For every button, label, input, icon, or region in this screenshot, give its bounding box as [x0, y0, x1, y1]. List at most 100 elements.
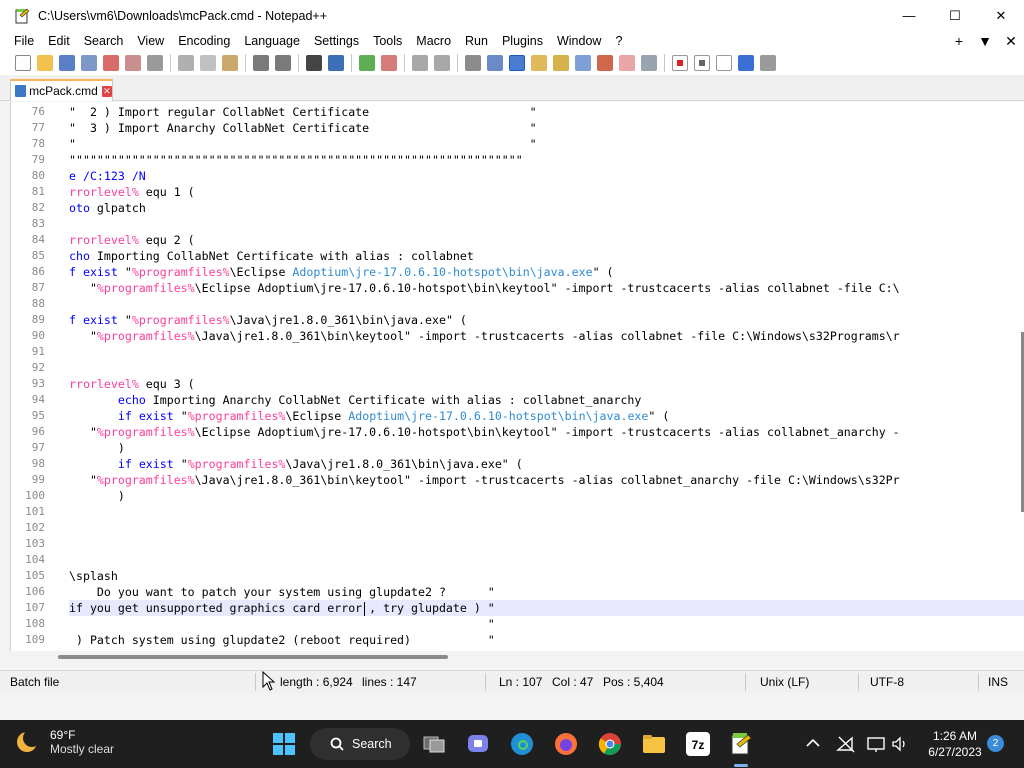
copy-icon[interactable] — [200, 55, 216, 71]
network-offline-icon[interactable] — [836, 734, 856, 754]
paste-icon[interactable] — [222, 55, 238, 71]
teams-chat-icon[interactable] — [466, 732, 490, 756]
code-line[interactable]: cho Importing CollabNet Certificate with… — [69, 248, 1024, 264]
find-icon[interactable] — [306, 55, 322, 71]
sync-vertical-icon[interactable] — [412, 55, 428, 71]
line-number[interactable]: 109 — [11, 632, 47, 648]
word-wrap-icon[interactable] — [465, 55, 481, 71]
show-all-chars-icon[interactable] — [487, 55, 503, 71]
folder-as-workspace-icon[interactable] — [597, 55, 613, 71]
line-number[interactable]: 105 — [11, 568, 47, 584]
line-number[interactable]: 77 — [11, 120, 47, 136]
udl-icon[interactable] — [531, 55, 547, 71]
code-line[interactable]: ) Patch system using glupdate2 (reboot r… — [69, 632, 1024, 648]
line-number[interactable]: 76 — [11, 104, 47, 120]
menu-file[interactable]: File — [0, 34, 41, 48]
sync-horizontal-icon[interactable] — [434, 55, 450, 71]
menu-view[interactable]: View — [130, 34, 171, 48]
line-number[interactable]: 87 — [11, 280, 47, 296]
weather-widget[interactable]: 69°F Mostly clear — [14, 728, 114, 756]
code-line[interactable]: if exist "%programfiles%\Java\jre1.8.0_3… — [69, 456, 1024, 472]
line-number[interactable]: 101 — [11, 504, 47, 520]
new-tab-plus-icon[interactable]: + — [946, 33, 972, 49]
line-number[interactable]: 93 — [11, 376, 47, 392]
function-list-icon[interactable] — [575, 55, 591, 71]
monitoring-icon[interactable] — [641, 55, 657, 71]
line-number[interactable]: 95 — [11, 408, 47, 424]
menu-search[interactable]: Search — [77, 34, 131, 48]
line-number[interactable]: 108 — [11, 616, 47, 632]
line-number[interactable]: 104 — [11, 552, 47, 568]
code-line[interactable]: f exist "%programfiles%\Java\jre1.8.0_36… — [69, 312, 1024, 328]
line-number[interactable]: 92 — [11, 360, 47, 376]
code-line[interactable]: "%programfiles%\Eclipse Adoptium\jre-17.… — [69, 280, 1024, 296]
menu-edit[interactable]: Edit — [41, 34, 77, 48]
code-line[interactable]: oto glpatch — [69, 200, 1024, 216]
menu-language[interactable]: Language — [237, 34, 307, 48]
code-line[interactable]: "%programfiles%\Java\jre1.8.0_361\bin\ke… — [69, 472, 1024, 488]
close-doc-icon[interactable]: ✕ — [998, 33, 1024, 50]
menu-plugins[interactable]: Plugins — [495, 34, 550, 48]
zoom-out-icon[interactable] — [381, 55, 397, 71]
line-number[interactable]: 103 — [11, 536, 47, 552]
file-explorer-icon[interactable] — [642, 732, 666, 756]
chevron-up-icon[interactable] — [804, 734, 822, 752]
code-line[interactable]: echo Importing Anarchy CollabNet Certifi… — [69, 392, 1024, 408]
notification-badge[interactable]: 2 — [987, 735, 1004, 752]
line-number[interactable]: 90 — [11, 328, 47, 344]
line-number[interactable]: 82 — [11, 200, 47, 216]
code-line[interactable]: e /C:123 /N — [69, 168, 1024, 184]
tab-list-dropdown-icon[interactable]: ▼ — [972, 33, 998, 49]
tab-mcpack-cmd[interactable]: mcPack.cmd ✕ — [10, 79, 113, 101]
new-file-icon[interactable] — [15, 55, 31, 71]
code-line[interactable]: \splash — [69, 568, 1024, 584]
print-icon[interactable] — [147, 55, 163, 71]
horizontal-scroll-thumb[interactable] — [58, 655, 448, 659]
code-line[interactable] — [69, 504, 1024, 520]
maximize-button[interactable]: ☐ — [932, 0, 978, 31]
code-line[interactable]: " " — [69, 136, 1024, 152]
document-list-icon[interactable] — [619, 55, 635, 71]
menu-help[interactable]: ? — [608, 34, 629, 48]
code-line[interactable]: " 2 ) Import regular CollabNet Certifica… — [69, 104, 1024, 120]
line-number[interactable]: 99 — [11, 472, 47, 488]
code-line[interactable]: "%programfiles%\Eclipse Adoptium\jre-17.… — [69, 424, 1024, 440]
code-line[interactable]: rrorlevel% equ 1 ( — [69, 184, 1024, 200]
line-number[interactable]: 98 — [11, 456, 47, 472]
redo-icon[interactable] — [275, 55, 291, 71]
code-line[interactable] — [69, 552, 1024, 568]
line-number[interactable]: 106 — [11, 584, 47, 600]
code-line[interactable]: " 3 ) Import Anarchy CollabNet Certifica… — [69, 120, 1024, 136]
notepadpp-taskbar-icon[interactable] — [729, 732, 753, 756]
7zip-icon[interactable]: 7z — [686, 732, 710, 756]
undo-icon[interactable] — [253, 55, 269, 71]
code-line[interactable] — [69, 344, 1024, 360]
display-icon[interactable] — [866, 734, 886, 754]
line-number[interactable]: 100 — [11, 488, 47, 504]
line-number[interactable]: 85 — [11, 248, 47, 264]
task-view-icon[interactable] — [422, 732, 446, 756]
save-macro-icon[interactable] — [760, 55, 776, 71]
menu-window[interactable]: Window — [550, 34, 608, 48]
edge-browser-icon[interactable] — [510, 732, 534, 756]
run-macro-multiple-icon[interactable] — [738, 55, 754, 71]
code-line[interactable]: if exist "%programfiles%\Eclipse Adoptiu… — [69, 408, 1024, 424]
menu-encoding[interactable]: Encoding — [171, 34, 237, 48]
horizontal-scrollbar[interactable] — [10, 651, 1024, 663]
code-line[interactable]: Do you want to patch your system using g… — [69, 584, 1024, 600]
firefox-icon[interactable] — [554, 732, 578, 756]
line-number[interactable]: 78 — [11, 136, 47, 152]
stop-record-icon[interactable] — [694, 55, 710, 71]
code-line[interactable]: f exist "%programfiles%\Eclipse Adoptium… — [69, 264, 1024, 280]
editor-area[interactable]: 76 77 78 79 80 81 82 83 84 85 86 87 88 89 90 91 92 93 94 95… — [10, 102, 1024, 651]
zoom-in-icon[interactable] — [359, 55, 375, 71]
line-number[interactable]: 80 — [11, 168, 47, 184]
taskbar-search-button[interactable]: Search — [310, 728, 410, 760]
line-number[interactable]: 107 — [11, 600, 47, 616]
save-icon[interactable] — [59, 55, 75, 71]
open-file-icon[interactable] — [37, 55, 53, 71]
code-line[interactable] — [69, 216, 1024, 232]
line-number[interactable]: 97 — [11, 440, 47, 456]
line-number[interactable]: 86 — [11, 264, 47, 280]
menu-tools[interactable]: Tools — [366, 34, 409, 48]
